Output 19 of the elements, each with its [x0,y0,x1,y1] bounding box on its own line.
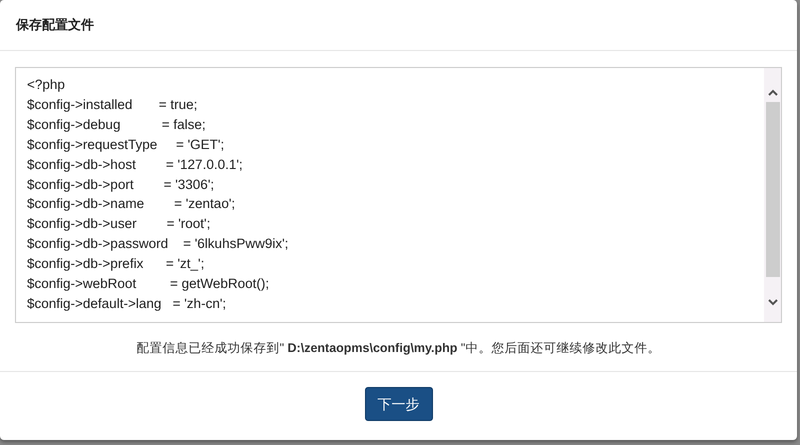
code-line: $config->debug = false; [27,116,206,134]
dialog-title: 保存配置文件 [16,17,94,33]
code-line: $config->db->prefix = 'zt_'; [27,255,204,274]
code-line: $config->webRoot = getWebRoot(); [27,275,270,294]
code-line: $config->db->name = 'zentao'; [27,195,236,214]
code-line: $config->requestType = 'GET'; [27,136,224,154]
next-step-button[interactable]: 下一步 [364,386,432,421]
scrollbar[interactable] [764,68,781,322]
scroll-down-icon[interactable] [768,299,778,306]
scroll-up-icon[interactable] [768,89,778,96]
code-line: $config->db->host = '127.0.0.1'; [27,156,243,174]
code-line: $config->db->password = '6lkuhsPww9ix'; [27,235,288,254]
code-line: $config->default->lang = 'zh-cn'; [27,294,226,313]
config-code-area[interactable] [15,67,782,323]
code-line: $config->db->port = '3306'; [27,176,214,194]
code-line: $config->installed = true; [27,96,198,114]
code-line: $config->db->user = 'root'; [27,215,210,234]
code-line: <?php [27,76,65,94]
save-message: 配置信息已经成功保存到" D:\zentaopms\config\my.php "中。您后面还可继续修改此文件。 [136,341,660,355]
